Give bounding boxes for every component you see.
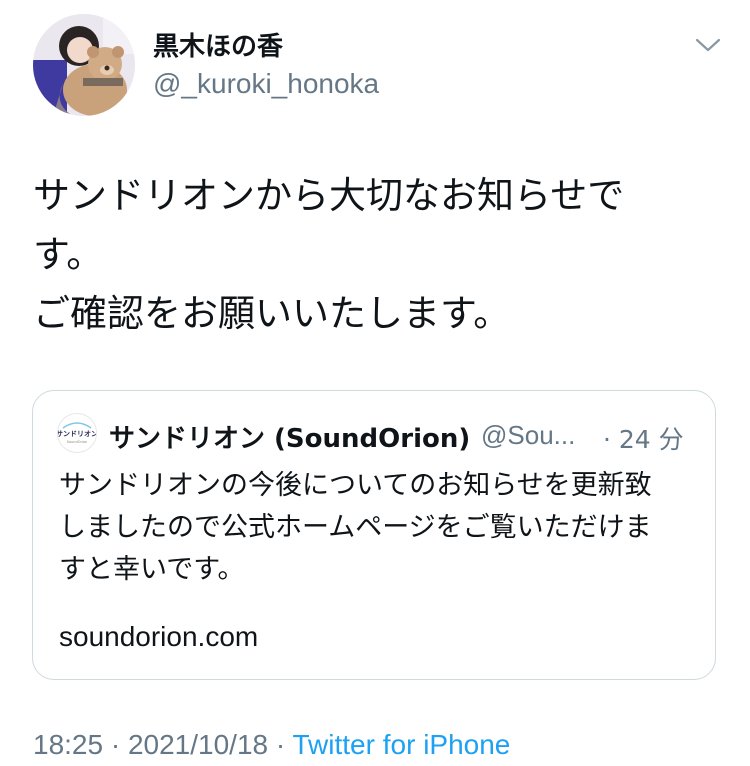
svg-text:サンドリオン: サンドリオン — [58, 430, 96, 438]
tweet-source-link[interactable]: Twitter for iPhone — [293, 729, 511, 760]
chevron-down-icon[interactable] — [694, 34, 722, 56]
meta-separator: · — [275, 729, 286, 760]
author-display-name[interactable]: 黒木ほの香 — [153, 26, 283, 63]
author-handle[interactable]: @_kuroki_honoka — [153, 68, 379, 100]
quoted-author-avatar[interactable]: サンドリオン SoundOrion — [57, 413, 97, 453]
tweet-text-line: ご確認をお願いいたします。 — [33, 292, 511, 335]
quoted-tweet-timestamp[interactable]: · 24 分 — [603, 420, 684, 456]
quoted-tweet-link[interactable]: soundorion.com — [59, 621, 258, 653]
quoted-tweet-text-line: サンドリオンの今後についてのお知らせを更新致 — [59, 470, 652, 501]
tweet-metadata: 18:25 · 2021/10/18 · Twitter for iPhone — [33, 729, 510, 761]
tweet-time[interactable]: 18:25 — [33, 729, 103, 760]
tweet-date[interactable]: 2021/10/18 — [128, 729, 268, 760]
tweet-text-line: サンドリオンから大切なお知らせで — [33, 174, 625, 217]
quoted-author-handle[interactable]: @Sou... — [481, 420, 575, 451]
meta-separator: · — [110, 729, 121, 760]
tweet: 黒木ほの香 @_kuroki_honoka サンドリオンから大切なお知らせで す… — [0, 0, 750, 766]
quoted-tweet-card[interactable]: サンドリオン SoundOrion サンドリオン (SoundOrion) @S… — [32, 390, 716, 680]
quoted-author-display-name[interactable]: サンドリオン (SoundOrion) — [109, 418, 470, 455]
quoted-tweet-text: サンドリオンの今後についてのお知らせを更新致 しましたので公式ホームページをご覧… — [59, 465, 699, 591]
avatar-photo — [33, 14, 135, 116]
soundorion-logo-icon: サンドリオン SoundOrion — [58, 414, 96, 452]
tweet-text: サンドリオンから大切なお知らせで す。 ご確認をお願いいたします。 — [33, 166, 723, 343]
quoted-tweet-text-line: すと幸いです。 — [59, 554, 245, 585]
svg-text:SoundOrion: SoundOrion — [67, 440, 88, 444]
quoted-tweet-text-line: しましたので公式ホームページをご覧いただけま — [59, 512, 652, 543]
tweet-text-line: す。 — [33, 233, 104, 276]
author-avatar[interactable] — [33, 14, 135, 116]
